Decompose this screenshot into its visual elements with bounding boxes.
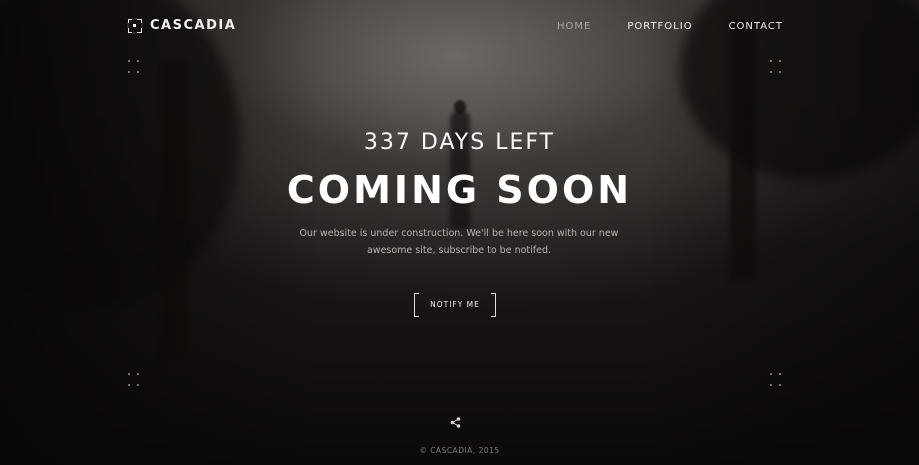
logo-icon (127, 17, 143, 34)
days-left-counter: 337 DAYS LEFT (363, 130, 556, 155)
description-line-1: Our website is under construction. We'll… (299, 228, 619, 239)
notify-me-button[interactable]: NOTIFY ME (414, 293, 496, 317)
notify-me-label: NOTIFY ME (430, 299, 480, 309)
nav-portfolio[interactable]: PORTFOLIO (627, 21, 692, 32)
nav-home[interactable]: HOME (557, 21, 591, 32)
copyright-text: © CASCADIA, 2015 (419, 446, 500, 455)
bracket-left (414, 293, 419, 317)
corner-dots-top-right (770, 60, 782, 73)
main-nav: HOME PORTFOLIO CONTACT (521, 21, 783, 32)
coming-soon-page: CASCADIA HOME PORTFOLIO CONTACT 337 DAYS… (0, 0, 919, 465)
brand-name: CASCADIA (150, 18, 237, 33)
corner-dots-top-left (128, 60, 140, 73)
corner-dots-bottom-right (770, 373, 782, 386)
nav-contact[interactable]: CONTACT (729, 21, 783, 32)
hero-description: Our website is under construction. We'll… (279, 225, 639, 259)
share-icon[interactable] (450, 417, 461, 428)
description-line-2: awesome site, subscribe to be notifed. (366, 245, 552, 256)
corner-dots-bottom-left (128, 373, 140, 386)
brand-logo[interactable]: CASCADIA (127, 17, 237, 34)
bracket-right (491, 293, 496, 317)
page-title: COMING SOON (286, 168, 633, 212)
